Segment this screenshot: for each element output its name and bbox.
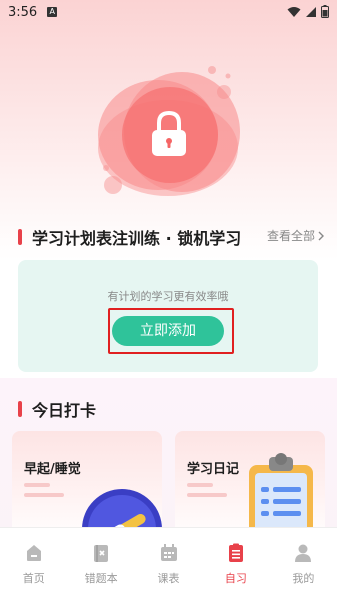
checkin-card-diary[interactable]: 学习日记 bbox=[175, 431, 325, 541]
add-plan-button[interactable]: 立即添加 bbox=[112, 316, 224, 346]
wrong-book-icon bbox=[94, 545, 109, 562]
bottom-nav: 首页 错题本 课表 自习 我的 bbox=[0, 527, 337, 600]
section-title-text: 学习计划表注训练 · 锁机学习 bbox=[32, 229, 242, 248]
nav-item-home[interactable]: 首页 bbox=[0, 528, 67, 600]
see-all-link[interactable]: 查看全部 bbox=[267, 227, 325, 244]
section-bar bbox=[18, 401, 22, 417]
section-title-plan: 学习计划表注训练 · 锁机学习 bbox=[18, 225, 241, 249]
nav-item-timetable[interactable]: 课表 bbox=[135, 528, 202, 600]
checkin-card-sleep[interactable]: 早起/睡觉 bbox=[12, 431, 162, 541]
nav-item-wrong-book[interactable]: 错题本 bbox=[67, 528, 134, 600]
section-bar bbox=[18, 229, 22, 245]
profile-icon bbox=[295, 544, 312, 562]
nav-label: 错题本 bbox=[84, 572, 118, 585]
deco-line bbox=[24, 483, 50, 487]
lock-hero bbox=[0, 40, 337, 210]
notification-icon: A bbox=[47, 7, 58, 17]
chevron-right-icon bbox=[318, 231, 324, 240]
see-all-label: 查看全部 bbox=[266, 229, 315, 243]
plan-hint-text: 有计划的学习更有效率哦 bbox=[107, 290, 229, 303]
nav-label: 首页 bbox=[22, 572, 45, 585]
deco-line bbox=[24, 493, 64, 497]
home-icon bbox=[26, 545, 41, 561]
battery-icon bbox=[321, 5, 329, 18]
nav-label: 自习 bbox=[224, 572, 247, 585]
calendar-icon bbox=[160, 544, 177, 561]
status-time: 3:56 bbox=[8, 4, 38, 20]
nav-item-profile[interactable]: 我的 bbox=[270, 528, 337, 600]
signal-icon bbox=[306, 6, 316, 17]
plan-card: 有计划的学习更有效率哦 立即添加 bbox=[18, 260, 318, 372]
section-title-text: 今日打卡 bbox=[32, 401, 97, 420]
wifi-icon bbox=[287, 6, 301, 17]
nav-label: 我的 bbox=[292, 572, 315, 585]
nav-label: 课表 bbox=[157, 572, 180, 585]
deco-line bbox=[187, 493, 227, 497]
status-bar: 3:56 A bbox=[0, 0, 337, 24]
nav-item-self-study[interactable]: 自习 bbox=[202, 528, 269, 600]
section-title-checkin: 今日打卡 bbox=[18, 397, 96, 421]
status-icons bbox=[287, 5, 329, 18]
study-list-icon bbox=[228, 543, 243, 562]
deco-line bbox=[187, 483, 213, 487]
checkin-card-title: 学习日记 bbox=[187, 462, 240, 477]
